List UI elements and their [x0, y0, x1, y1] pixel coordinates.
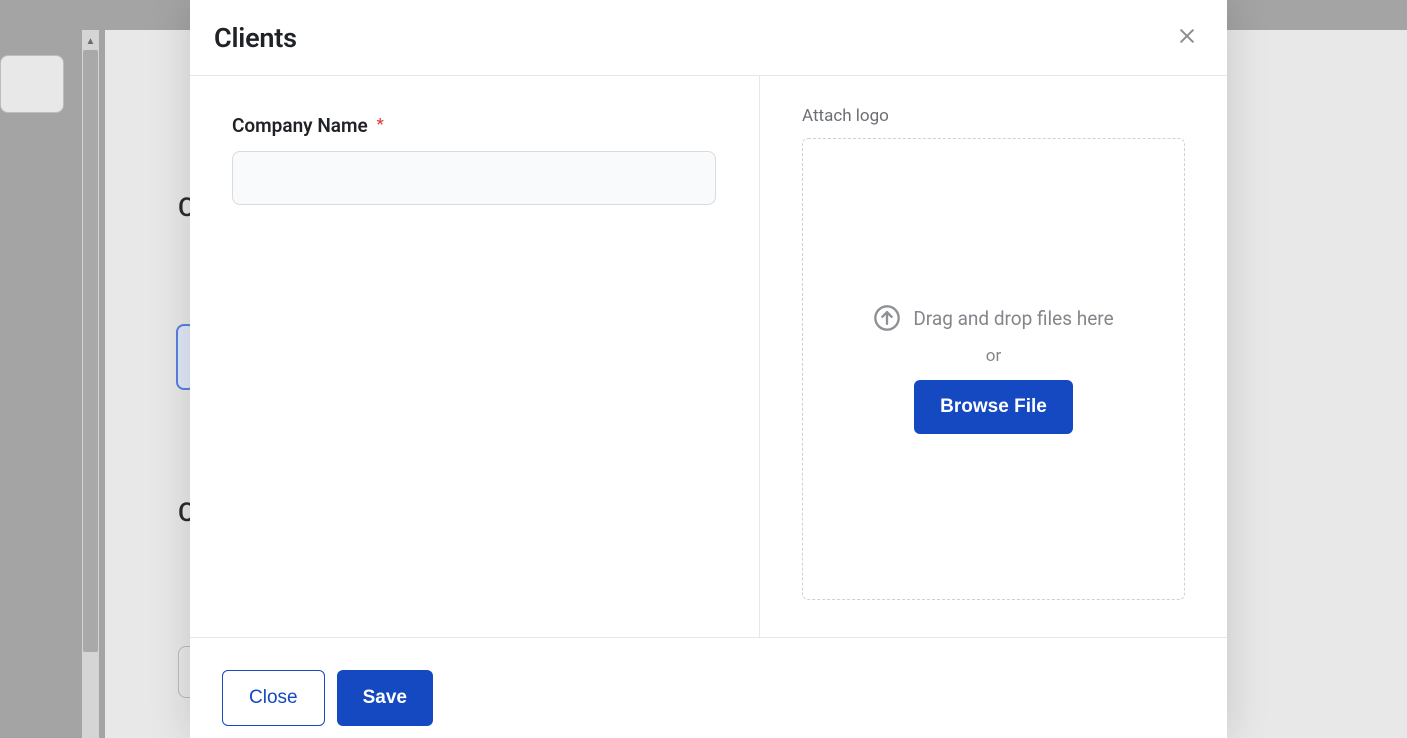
browse-file-button[interactable]: Browse File [914, 380, 1073, 434]
dropzone-or: or [986, 346, 1001, 366]
bg-card [0, 55, 64, 113]
dropzone-row: Drag and drop files here [873, 304, 1113, 332]
attach-logo-label: Attach logo [802, 106, 1185, 126]
modal-header: Clients [190, 0, 1227, 76]
close-icon [1177, 26, 1197, 49]
form-right-panel: Attach logo Drag and drop files here or … [760, 76, 1227, 637]
bg-scrollbar-thumb [83, 50, 98, 652]
company-name-label-text: Company Name [232, 114, 368, 137]
modal-footer: Close Save [190, 637, 1227, 738]
required-star: * [376, 114, 383, 133]
dropzone-text: Drag and drop files here [913, 307, 1113, 330]
clients-modal: Clients Company Name * Attach logo [190, 0, 1227, 738]
bg-scrollbar-up-arrow: ▲ [85, 36, 96, 47]
form-left-panel: Company Name * [190, 76, 760, 637]
company-name-label: Company Name * [232, 114, 717, 137]
close-icon-button[interactable] [1171, 22, 1203, 54]
save-button[interactable]: Save [337, 670, 433, 726]
close-button[interactable]: Close [222, 670, 325, 726]
company-name-input[interactable] [232, 151, 716, 205]
logo-dropzone[interactable]: Drag and drop files here or Browse File [802, 138, 1185, 600]
modal-title: Clients [214, 22, 297, 54]
upload-icon [873, 304, 901, 332]
modal-body: Company Name * Attach logo Drag and drop… [190, 76, 1227, 637]
